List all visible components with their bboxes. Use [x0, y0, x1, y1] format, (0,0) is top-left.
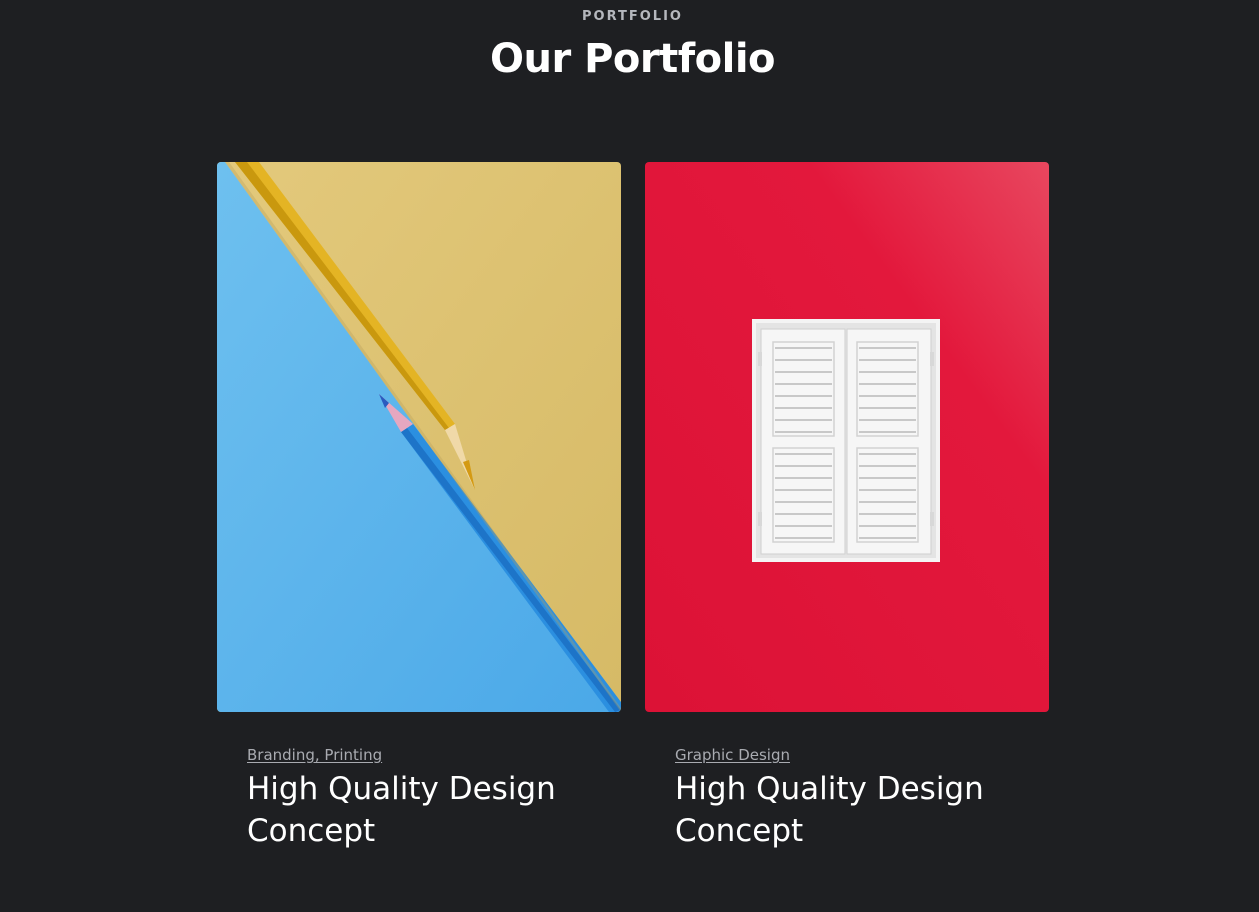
portfolio-category-link[interactable]: Graphic Design	[675, 746, 790, 764]
portfolio-card: Graphic Design High Quality Design Conce…	[645, 162, 1049, 852]
section-heading: Our Portfolio	[489, 36, 776, 82]
portfolio-image-shutter[interactable]	[645, 162, 1049, 712]
portfolio-card: Branding, Printing High Quality Design C…	[217, 162, 621, 852]
pencils-photo	[217, 162, 621, 712]
portfolio-title[interactable]: High Quality Design Concept	[675, 768, 1015, 852]
section-eyebrow: PORTFOLIO	[582, 9, 683, 24]
portfolio-category-link[interactable]: Branding, Printing	[247, 746, 382, 764]
portfolio-image-pencils[interactable]	[217, 162, 621, 712]
shutter-window-photo	[645, 162, 1049, 712]
portfolio-section: PORTFOLIO Our Portfolio Branding, Printi…	[0, 0, 1259, 912]
portfolio-title[interactable]: High Quality Design Concept	[247, 768, 587, 852]
